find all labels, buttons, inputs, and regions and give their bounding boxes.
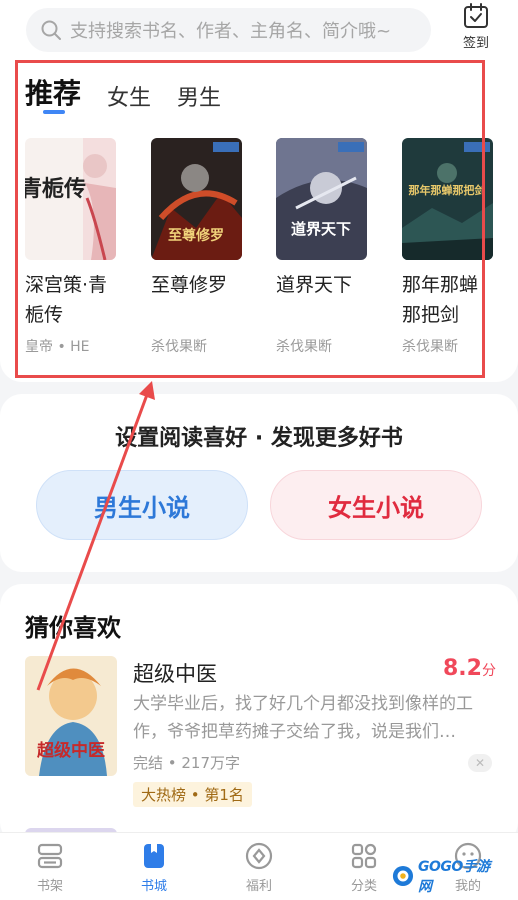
book-status: 完结 • 217万字 <box>133 754 241 772</box>
nav-label: 分类 <box>350 879 377 894</box>
book-tags: 杀伐果断 <box>402 339 458 355</box>
checkin-button[interactable]: 签到 <box>452 2 500 54</box>
nav-welfare[interactable]: 福利 <box>229 841 289 894</box>
search-bar[interactable]: 支持搜索书名、作者、主角名、简介哦~ <box>26 8 431 52</box>
male-novel-button[interactable]: 男生小说 <box>36 470 248 540</box>
watermark-text: GOGO手游网 <box>417 859 490 895</box>
top-bar: 支持搜索书名、作者、主角名、简介哦~ 签到 <box>0 0 518 58</box>
book-cover[interactable]: 那年那蝉那把剑 <box>402 138 493 260</box>
dismiss-icon[interactable]: ✕ <box>468 754 492 772</box>
section-title: 猜你喜欢 <box>25 614 121 642</box>
book-cover[interactable]: 至尊修罗 <box>151 138 242 260</box>
book-title[interactable]: 超级中医 <box>133 658 217 688</box>
recommend-tabs: 推荐 女生 男生 <box>25 72 247 112</box>
tab-recommend[interactable]: 推荐 <box>25 72 81 112</box>
nav-label: 书城 <box>140 879 167 894</box>
book-title[interactable]: 深宫策·青栀传 <box>25 270 115 330</box>
preference-title: 设置阅读喜好 · 发现更多好书 <box>115 426 403 451</box>
book-tags: 杀伐果断 <box>151 339 207 355</box>
book-card[interactable]: 道界天下 道界天下 杀伐果断 <box>276 138 376 355</box>
book-description: 大学毕业后，找了好几个月都没找到像样的工作，爷爷把草药摊子交给了我，说是我们… <box>133 694 473 742</box>
book-cover-title: 道界天下 <box>291 220 351 238</box>
bookshelf-icon <box>37 843 63 869</box>
reading-preference-section: 设置阅读喜好 · 发现更多好书 男生小说 女生小说 <box>0 394 518 572</box>
recommend-book-list: 青栀传 深宫策·青栀传 皇帝 • HE 至尊修罗 至尊修罗 杀伐果断 道界天下 … <box>25 138 505 368</box>
rank-badge: 大热榜 • 第1名 <box>133 782 252 807</box>
book-title[interactable]: 那年那蝉那把剑 <box>402 270 492 330</box>
book-cover-title: 青栀传 <box>25 176 86 202</box>
book-title[interactable]: 至尊修罗 <box>151 270 241 300</box>
recommend-section: 推荐 女生 男生 青栀传 深宫策·青栀传 皇帝 • HE 至尊修罗 至尊修罗 杀… <box>0 58 518 382</box>
watermark-logo-icon <box>392 865 414 887</box>
welfare-icon <box>245 842 273 870</box>
book-cover-title: 超级中医 <box>37 740 105 761</box>
book-score: 8.2分 <box>443 656 496 681</box>
search-icon <box>41 20 61 40</box>
book-card[interactable]: 那年那蝉那把剑 那年那蝉那把剑 杀伐果断 <box>402 138 502 355</box>
tab-active-indicator <box>43 110 65 114</box>
book-cover[interactable]: 青栀传 <box>25 138 116 260</box>
book-card[interactable]: 青栀传 深宫策·青栀传 皇帝 • HE <box>25 138 125 355</box>
nav-label: 福利 <box>245 879 272 894</box>
watermark: GOGO手游网 <box>392 859 496 895</box>
calendar-check-icon <box>464 3 488 28</box>
female-novel-button[interactable]: 女生小说 <box>270 470 482 540</box>
book-cover[interactable]: 超级中医 <box>25 656 117 776</box>
category-icon <box>351 843 377 869</box>
tab-female[interactable]: 女生 <box>107 80 151 112</box>
guess-you-like-section: 猜你喜欢 超级中医 超级中医 8.2分 大学毕业后，找了好几个月都没找到像样的工… <box>0 584 518 844</box>
book-tags: 杀伐果断 <box>276 339 332 355</box>
book-cover-title: 那年那蝉那把剑 <box>409 183 486 197</box>
book-tags: 皇帝 • HE <box>25 339 90 355</box>
tab-male[interactable]: 男生 <box>177 80 221 112</box>
checkin-label: 签到 <box>462 36 489 51</box>
book-cover-title: 至尊修罗 <box>168 227 224 244</box>
nav-bookshelf[interactable]: 书架 <box>20 841 80 894</box>
nav-bookstore[interactable]: 书城 <box>124 841 184 894</box>
search-placeholder: 支持搜索书名、作者、主角名、简介哦~ <box>70 21 392 42</box>
book-title[interactable]: 道界天下 <box>276 270 366 300</box>
nav-label: 书架 <box>36 879 63 894</box>
book-card[interactable]: 至尊修罗 至尊修罗 杀伐果断 <box>151 138 251 355</box>
bookstore-icon <box>144 844 164 868</box>
book-cover[interactable]: 道界天下 <box>276 138 367 260</box>
nav-category[interactable]: 分类 <box>334 841 394 894</box>
